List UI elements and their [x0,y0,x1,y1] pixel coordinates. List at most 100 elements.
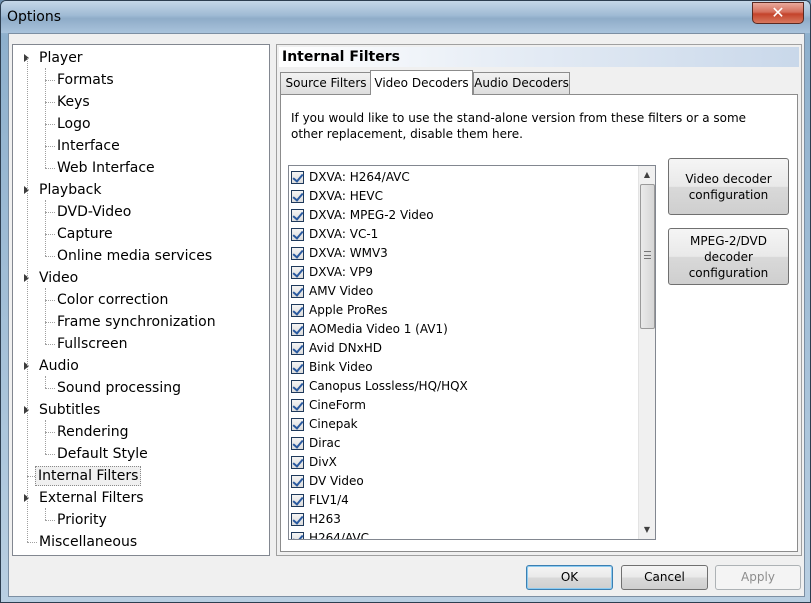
filter-label: DXVA: MPEG-2 Video [309,208,434,222]
filter-label: DV Video [309,474,364,488]
filter-checkbox[interactable] [291,323,304,336]
ok-button[interactable]: OK [526,565,613,590]
tree-connector [45,288,46,344]
tree-item-web-interface[interactable]: Web Interface [57,158,155,178]
tree-connector [45,432,55,433]
filter-label: AOMedia Video 1 (AV1) [309,322,448,336]
tree-item-internal-filters[interactable]: Internal Filters [35,466,142,486]
tree-item-interface[interactable]: Interface [57,136,120,156]
filter-label: CineForm [309,398,366,412]
tree-item-color-correction[interactable]: Color correction [57,290,168,310]
tree-connector [45,80,55,81]
filter-label: DXVA: H264/AVC [309,170,410,184]
tree-item-capture[interactable]: Capture [57,224,113,244]
filter-checkbox[interactable] [291,494,304,507]
filter-checkbox[interactable] [291,190,304,203]
tree-connector [45,102,55,103]
tree-item-external-filters[interactable]: External Filters [39,488,144,508]
tab-source-filters[interactable]: Source Filters [280,72,372,94]
video-decoder-list[interactable]: DXVA: H264/AVC DXVA: HEVC DXVA: MPEG-2 Vid… [288,165,656,540]
tree-connector [27,58,28,542]
tab-audio-decoders[interactable]: Audio Decoders [473,72,570,94]
tree-item-frame-synchronization[interactable]: Frame synchronization [57,312,216,332]
filter-checkbox[interactable] [291,475,304,488]
tree-item-logo[interactable]: Logo [57,114,91,134]
tree-connector [45,388,55,389]
filter-checkbox[interactable] [291,285,304,298]
filter-label: Cinepak [309,417,358,431]
filter-checkbox[interactable] [291,247,304,260]
filter-checkbox[interactable] [291,171,304,184]
tree-item-player[interactable]: Player [39,48,83,68]
filter-label: FLV1/4 [309,493,349,507]
filter-label: Bink Video [309,360,373,374]
filter-checkbox[interactable] [291,437,304,450]
title-bar[interactable]: Options ✕ [1,1,810,33]
tab-video-decoders[interactable]: Video Decoders [370,70,473,95]
description-text: If you would like to use the stand-alone… [291,111,747,141]
tree-connector [45,322,55,323]
filter-label: DivX [309,455,337,469]
tree-connector [45,124,55,125]
list-scrollbar[interactable]: ▲ ▼ [638,166,655,539]
filter-checkbox[interactable] [291,418,304,431]
tree-connector [45,256,55,257]
tree-connector [45,300,55,301]
filter-checkbox[interactable] [291,304,304,317]
tree-item-keys[interactable]: Keys [57,92,90,112]
filter-checkbox[interactable] [291,266,304,279]
tree-item-fullscreen[interactable]: Fullscreen [57,334,127,354]
tree-connector [45,508,46,520]
video-decoder-config-button[interactable]: Video decoder configuration [668,158,789,215]
tree-item-video[interactable]: Video [39,268,78,288]
filter-label: DXVA: VP9 [309,265,373,279]
cancel-button[interactable]: Cancel [621,565,708,590]
tree-item-playback[interactable]: Playback [39,180,101,200]
filter-checkbox[interactable] [291,342,304,355]
tree-item-online-media-services[interactable]: Online media services [57,246,212,266]
tree-item-audio[interactable]: Audio [39,356,79,376]
filter-checkbox[interactable] [291,228,304,241]
tree-item-formats[interactable]: Formats [57,70,114,90]
window-title: Options [7,9,62,25]
tree-connector [45,344,55,345]
panel-title: Internal Filters [279,47,799,67]
scroll-thumb[interactable] [640,184,655,329]
filters-panel: Internal Filters Source Filters Video De… [276,44,802,556]
tree-connector [45,212,55,213]
tree-connector [45,68,46,168]
filter-checkbox[interactable] [291,532,304,539]
tree-connector [27,542,37,543]
scroll-up-arrow-icon[interactable]: ▲ [639,166,655,183]
mpeg2-decoder-config-button[interactable]: MPEG-2/DVD decoder configuration [668,228,789,285]
tree-item-priority[interactable]: Priority [57,510,107,530]
tree-item-subtitles[interactable]: Subtitles [39,400,100,420]
options-tree: Player Formats Keys Logo Interface Web Interf… [12,44,270,556]
filter-checkbox[interactable] [291,361,304,374]
filter-label: AMV Video [309,284,374,298]
tree-item-sound-processing[interactable]: Sound processing [57,378,181,398]
tree-connector [45,520,55,521]
filter-checkbox[interactable] [291,513,304,526]
filter-label: DXVA: HEVC [309,189,383,203]
tree-connector [45,376,46,388]
tree-connector [45,200,46,256]
tree-item-rendering[interactable]: Rendering [57,422,129,442]
tree-connector [45,168,55,169]
tree-item-default-style[interactable]: Default Style [57,444,148,464]
filter-checkbox[interactable] [291,456,304,469]
options-window: Options ✕ Player Formats Keys Logo Interface… [0,0,811,603]
filter-label: Canopus Lossless/HQ/HQX [309,379,468,393]
filter-label: H263 [309,512,341,526]
filter-checkbox[interactable] [291,399,304,412]
filter-checkbox[interactable] [291,380,304,393]
tree-item-miscellaneous[interactable]: Miscellaneous [39,532,137,552]
filter-label: Avid DNxHD [309,341,382,355]
filter-checkbox[interactable] [291,209,304,222]
scroll-down-arrow-icon[interactable]: ▼ [639,521,655,538]
filter-label: Apple ProRes [309,303,388,317]
filter-label: DXVA: WMV3 [309,246,388,260]
apply-button[interactable]: Apply [715,565,801,590]
tree-item-dvd-video[interactable]: DVD-Video [57,202,131,222]
close-button[interactable]: ✕ [752,2,804,24]
